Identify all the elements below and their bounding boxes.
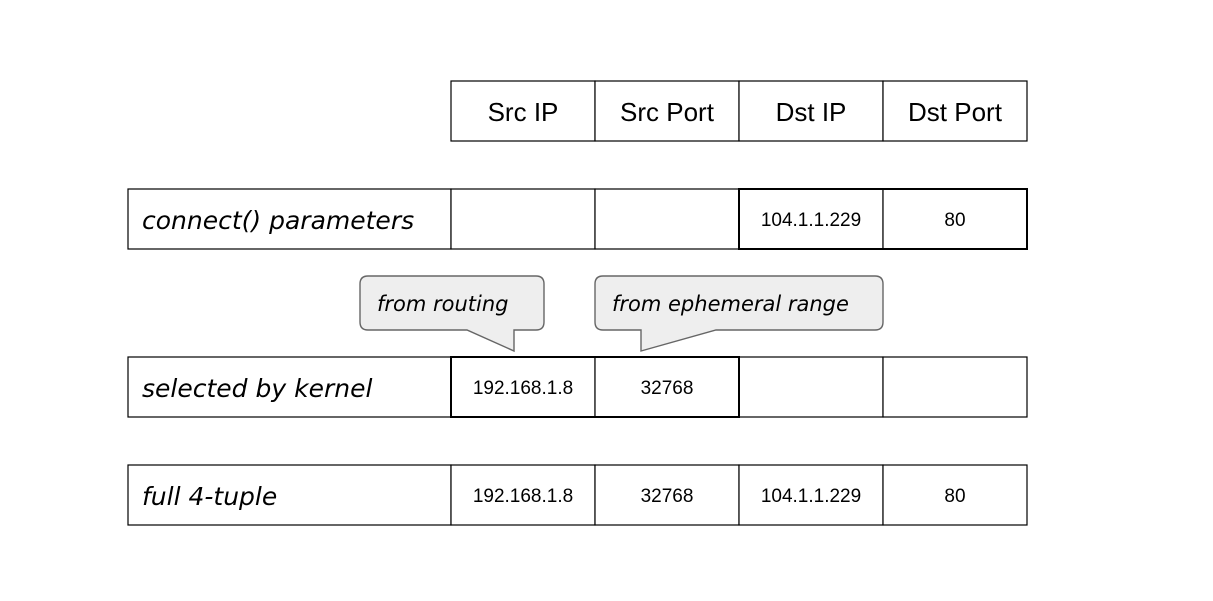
cell-value: 104.1.1.229 bbox=[761, 210, 861, 231]
row-connect-parameters: connect() parameters 104.1.1.229 80 bbox=[127, 188, 1028, 250]
cell-value: 32768 bbox=[641, 486, 694, 507]
callout-text: from ephemeral range bbox=[612, 292, 849, 316]
cell-value: 80 bbox=[944, 210, 965, 231]
table-cell bbox=[594, 188, 740, 250]
cell-value: 192.168.1.8 bbox=[473, 378, 573, 399]
cell-value: 104.1.1.229 bbox=[761, 486, 861, 507]
header-dst-ip: Dst IP bbox=[776, 97, 847, 127]
row-selected-by-kernel: selected by kernel 192.168.1.8 32768 bbox=[127, 356, 1028, 418]
cell-value: 32768 bbox=[641, 378, 694, 399]
header-src-port: Src Port bbox=[620, 97, 715, 127]
row-label: selected by kernel bbox=[142, 374, 372, 403]
callout-text: from routing bbox=[377, 292, 509, 316]
table-cell bbox=[882, 356, 1028, 418]
table-cell bbox=[450, 188, 596, 250]
callout-from-routing: from routing bbox=[359, 275, 545, 353]
header-row: Src IP Src Port Dst IP Dst Port bbox=[450, 80, 1028, 142]
header-dst-port: Dst Port bbox=[908, 97, 1003, 127]
cell-value: 80 bbox=[944, 486, 965, 507]
header-src-ip: Src IP bbox=[488, 97, 559, 127]
cell-value: 192.168.1.8 bbox=[473, 486, 573, 507]
table-cell bbox=[738, 356, 884, 418]
callout-from-ephemeral-range: from ephemeral range bbox=[594, 275, 884, 352]
four-tuple-diagram: Src IP Src Port Dst IP Dst Port connect(… bbox=[127, 80, 1028, 526]
row-label: connect() parameters bbox=[142, 206, 414, 235]
row-full-4-tuple: full 4-tuple 192.168.1.8 32768 104.1.1.2… bbox=[127, 464, 1028, 526]
row-label: full 4-tuple bbox=[142, 482, 277, 511]
